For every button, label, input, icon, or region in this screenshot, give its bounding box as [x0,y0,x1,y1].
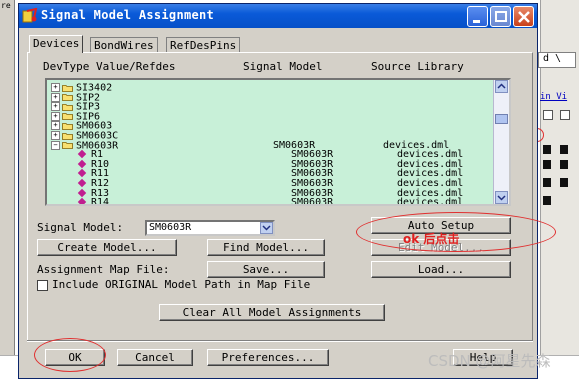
row-name-cell: − SM0603R [51,140,118,151]
background-marker [543,196,551,205]
background-marker [543,145,551,154]
row-model-cell: SM0603R [291,178,334,189]
folder-icon [62,94,73,101]
part-icon [77,178,87,188]
device-tree-list[interactable]: + SI3402 + SIP2 + SIP3 + SIP6 + SM0603 + SM0603C − SM… [45,78,511,206]
annotation-auto-setup-ellipse [356,212,556,252]
row-model-cell: SM0603R [291,149,334,161]
tab-devices[interactable]: Devices [29,35,84,53]
tab-refdespins[interactable]: RefDesPins [166,37,241,53]
assignment-map-label: Assignment Map File: [37,263,170,276]
expand-icon[interactable]: + [51,121,60,131]
row-name-cell: + SIP3 [51,102,100,112]
maximize-icon [495,11,507,22]
background-marker [543,160,551,169]
part-icon [77,159,87,169]
close-icon [518,11,530,23]
row-library-cell: devices.dml [397,197,464,206]
background-left-panel: re [0,0,15,355]
scroll-down-button[interactable] [495,191,508,204]
row-library-cell: devices.dml [397,178,464,189]
background-checkbox [560,110,570,120]
folder-icon [62,103,73,111]
cancel-button[interactable]: Cancel [117,349,193,366]
separator [27,340,533,342]
part-icon [77,149,87,159]
vertical-scrollbar[interactable] [493,80,509,204]
folder-icon [62,84,73,92]
include-original-path-label: Include ORIGINAL Model Path in Map File [52,278,311,291]
row-name-text: R14 [91,197,110,206]
expand-icon[interactable]: + [51,131,60,140]
column-header-devtype: DevType Value/Refdes [43,60,176,73]
load-button[interactable]: Load... [371,261,511,278]
row-library-cell: devices.dml [397,149,464,161]
annotation-ok-ellipse [34,338,106,372]
row-name-cell: + SI3402 [51,83,112,93]
scroll-thumb[interactable] [495,114,508,124]
find-model-button[interactable]: Find Model... [207,239,325,256]
window-title: Signal Model Assignment [41,8,215,22]
create-model-button[interactable]: Create Model... [37,239,177,256]
clear-all-assignments-button[interactable]: Clear All Model Assignments [159,304,385,321]
maximize-button[interactable] [490,6,511,27]
background-marker [560,160,568,169]
part-icon [77,188,87,197]
row-name-cell: + SM0603C [51,131,118,141]
folder-icon [62,132,73,140]
minimize-button[interactable] [467,6,488,27]
folder-icon [62,122,73,130]
row-name-cell: + SIP2 [51,92,100,103]
background-corner-text: re [1,1,11,10]
folder-open-icon [62,142,73,149]
background-checkbox [543,110,553,120]
chevron-down-icon [497,195,506,201]
row-name-cell: R14 [77,197,110,206]
combo-dropdown-button[interactable] [260,222,273,234]
chevron-down-icon [262,225,271,231]
row-model-cell: SM0603R [291,197,334,206]
background-link: in Vi [540,92,568,102]
column-header-source-library: Source Library [371,60,464,73]
row-name-cell: + SIP6 [51,111,100,122]
close-button[interactable] [513,6,534,27]
signal-model-value: SM0603R [149,222,192,233]
folder-icon [62,113,73,121]
background-marker [543,178,551,187]
expand-icon[interactable]: + [51,111,60,121]
expand-icon[interactable]: + [51,92,60,102]
scroll-up-button[interactable] [495,80,508,93]
include-original-path-checkbox[interactable] [37,280,48,291]
column-header-signal-model: Signal Model [243,60,323,73]
save-button[interactable]: Save... [207,261,325,278]
watermark: CSDN @阿星先森 [428,352,551,370]
row-name-cell: + SM0603 [51,121,112,131]
minimize-icon [473,20,480,23]
preferences-button[interactable]: Preferences... [207,349,329,366]
signal-model-label: Signal Model: [37,221,124,234]
expand-icon[interactable]: + [51,83,60,92]
background-marker [560,145,568,154]
part-icon [77,169,87,178]
tab-bondwires[interactable]: BondWires [90,37,158,53]
background-tab: d \ [538,52,576,68]
part-icon [77,197,87,204]
collapse-icon[interactable]: − [51,140,60,150]
expand-icon[interactable]: + [51,102,60,112]
signal-model-dialog: Signal Model Assignment Devices BondWire… [18,3,538,379]
title-bar[interactable]: Signal Model Assignment [19,4,537,28]
background-marker [560,178,568,187]
chevron-up-icon [497,83,506,89]
signal-model-combo[interactable]: SM0603R [145,220,275,236]
app-icon [22,8,38,23]
